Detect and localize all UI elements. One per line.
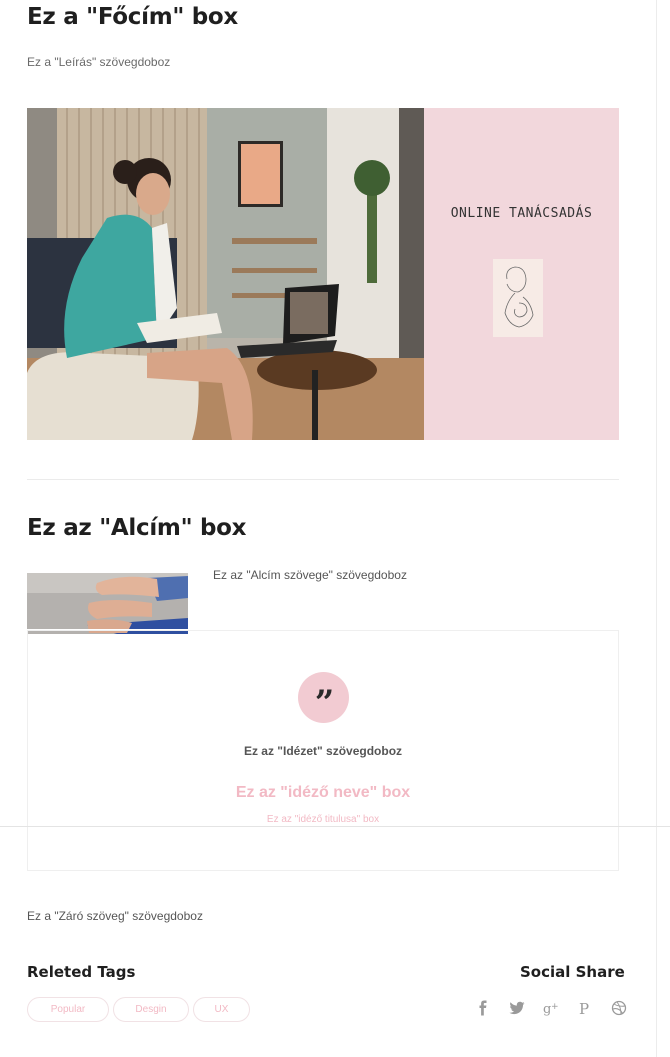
tag-desgin[interactable]: Desgin [113,997,189,1022]
subtitle-thumbnail [27,573,188,634]
google-plus-icon[interactable]: g + [534,997,568,1019]
closing-text: Ez a "Záró szöveg" szövegdoboz [27,909,203,923]
overlay-rule [0,826,670,827]
consultation-photo [27,108,424,440]
consultation-photo-illustration [27,108,424,440]
hero-panel-title: ONLINE TANÁCSADÁS [450,206,593,221]
sketch-lines [504,266,534,328]
tag-popular[interactable]: Popular [27,997,109,1022]
main-title: Ez a "Főcím" box [27,4,238,30]
page-edge-rule [656,0,657,1057]
pinterest-icon[interactable]: P [568,997,602,1019]
svg-text:+: + [551,1002,559,1012]
description-text: Ez a "Leírás" szövegdoboz [27,55,171,69]
section-divider [27,479,619,480]
mother-child-sketch [493,259,543,337]
dribbble-icon[interactable] [602,997,636,1019]
hero-image: ONLINE TANÁCSADÁS [27,108,619,440]
quote-author-name: Ez az "idéző neve" box [235,784,411,801]
facebook-icon[interactable] [466,997,500,1019]
feet-photo-illustration [27,573,188,634]
quote-author-title: Ez az "idéző titulusa" box [266,814,380,825]
hero-panel: ONLINE TANÁCSADÁS [424,108,619,440]
social-share-icons: g + P [466,997,636,1019]
tag-ux[interactable]: UX [193,997,250,1022]
related-tags-title: Releted Tags [27,963,136,981]
quote-icon: ” [298,672,349,723]
tag-list: Popular Desgin UX [27,997,250,1022]
subtitle-text: Ez az "Alcím szövege" szövegdoboz [213,568,407,582]
svg-text:P: P [579,1000,589,1016]
twitter-icon[interactable] [500,997,534,1019]
social-share-title: Social Share [520,963,625,981]
subtitle: Ez az "Alcím" box [27,515,247,541]
quote-text: Ez az "Idézet" szövegdoboz [243,744,403,758]
quote-box: ” Ez az "Idézet" szövegdoboz Ez az "idéz… [27,630,619,871]
